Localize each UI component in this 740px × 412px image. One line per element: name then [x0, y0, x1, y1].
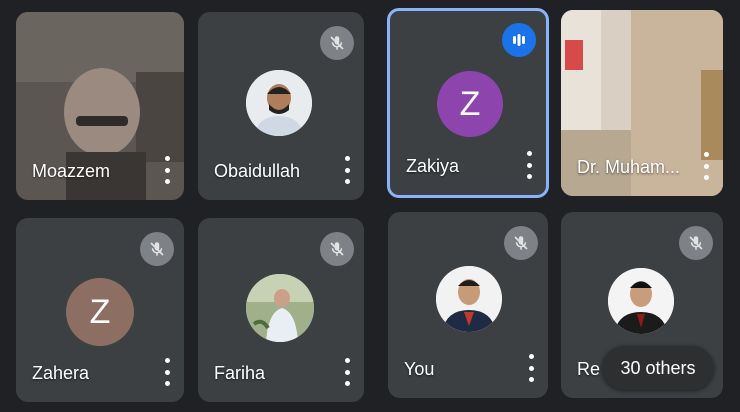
participant-tile-zahera[interactable]: Z Zahera — [16, 218, 184, 402]
more-options-icon[interactable] — [162, 156, 172, 184]
participant-name: You — [404, 359, 435, 379]
more-options-icon[interactable] — [701, 152, 711, 180]
mic-off-icon — [140, 232, 174, 266]
avatar — [608, 268, 674, 334]
avatar — [246, 274, 314, 342]
participant-tile-dr-muham[interactable]: Dr. Muham... — [561, 10, 723, 196]
participant-name: Moazzem — [32, 161, 111, 181]
others-label: 30 others — [620, 357, 696, 378]
avatar: Z — [437, 71, 503, 137]
participant-tile-you[interactable]: You — [388, 212, 548, 398]
avatar — [246, 70, 312, 136]
more-options-icon[interactable] — [342, 156, 352, 184]
mic-off-icon — [679, 226, 713, 260]
others-button[interactable]: 30 others — [602, 346, 714, 390]
mic-off-icon — [504, 226, 538, 260]
more-options-icon[interactable] — [524, 151, 534, 179]
participant-name: Dr. Muham... — [577, 157, 681, 177]
participant-name: Fariha — [214, 363, 266, 383]
participant-name: Re — [577, 359, 601, 379]
more-options-icon[interactable] — [342, 358, 352, 386]
more-options-icon[interactable] — [162, 358, 172, 386]
participant-name: Zahera — [32, 363, 90, 383]
mic-off-icon — [320, 232, 354, 266]
avatar — [436, 266, 502, 332]
participant-tile-moazzem[interactable]: Moazzem — [16, 12, 184, 200]
mic-off-icon — [320, 26, 354, 60]
participant-tile-zakiya[interactable]: Z Zakiya — [387, 8, 549, 198]
avatar-initial: Z — [89, 292, 111, 331]
audio-level-icon — [502, 23, 536, 57]
participant-name: Zakiya — [406, 156, 460, 176]
participant-name: Obaidullah — [214, 161, 301, 181]
more-options-icon[interactable] — [526, 354, 536, 382]
avatar: Z — [66, 278, 134, 346]
participant-tile-obaidullah[interactable]: Obaidullah — [198, 12, 364, 200]
avatar-initial: Z — [459, 84, 481, 123]
participant-tile-fariha[interactable]: Fariha — [198, 218, 364, 402]
